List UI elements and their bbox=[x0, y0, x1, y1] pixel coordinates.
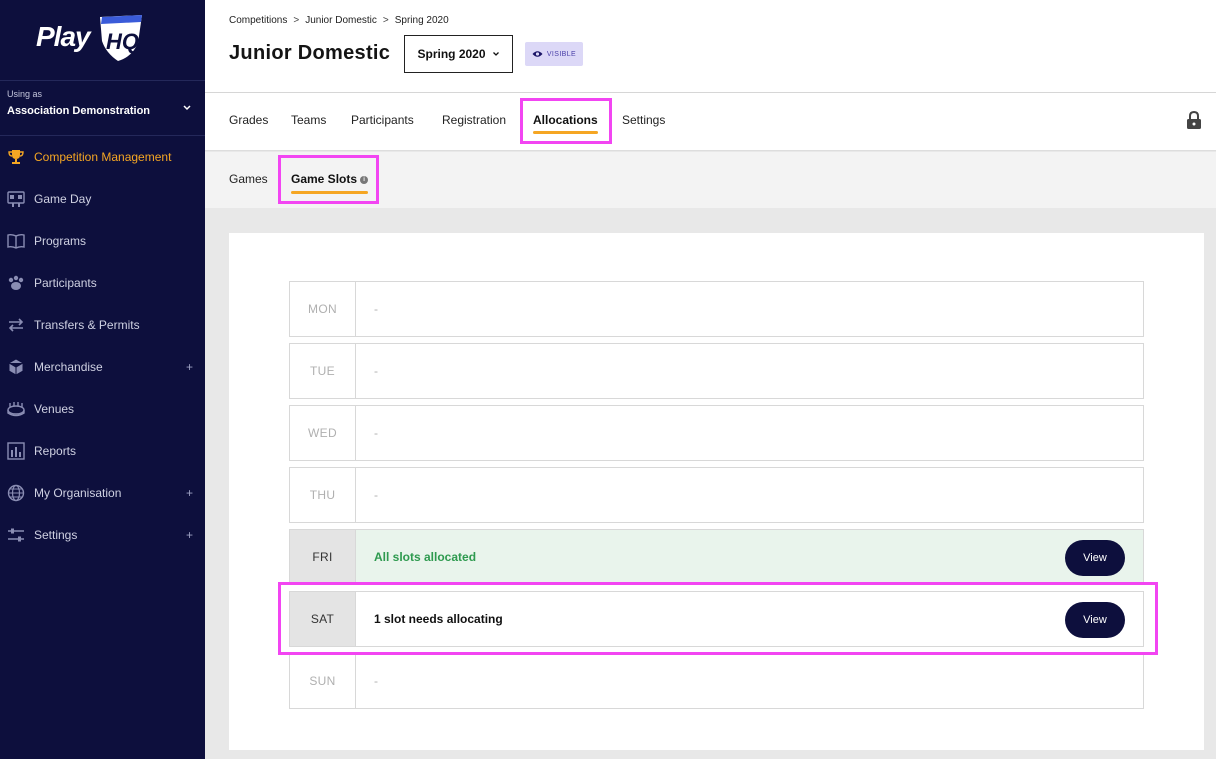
sidebar-item-label: Settings bbox=[34, 528, 78, 542]
expand-icon[interactable]: + bbox=[186, 486, 193, 500]
season-dropdown-label: Spring 2020 bbox=[417, 47, 486, 61]
account-switcher[interactable]: Using as Association Demonstration bbox=[0, 80, 205, 136]
sidebar-item-programs[interactable]: Programs bbox=[0, 220, 205, 262]
breadcrumb: Competitions > Junior Domestic > Spring … bbox=[229, 15, 449, 26]
playhq-logo[interactable]: Play HQ bbox=[36, 13, 146, 65]
info-icon[interactable]: i bbox=[360, 175, 369, 184]
breadcrumb-item[interactable]: Junior Domestic bbox=[305, 15, 377, 26]
sidebar-item-label: Competition Management bbox=[34, 150, 172, 164]
stadium-icon bbox=[6, 399, 26, 419]
sidebar-item-label: Merchandise bbox=[34, 360, 103, 374]
view-button[interactable]: View bbox=[1065, 540, 1125, 576]
sidebar-item-label: My Organisation bbox=[34, 486, 122, 500]
book-icon bbox=[6, 231, 26, 251]
sidebar-item-participants[interactable]: Participants bbox=[0, 262, 205, 304]
logo-mark-text: HQ bbox=[106, 29, 139, 54]
breadcrumb-item[interactable]: Competitions bbox=[229, 15, 287, 26]
day-status: - bbox=[374, 426, 378, 440]
active-underline bbox=[291, 191, 369, 194]
day-status: All slots allocated bbox=[374, 550, 477, 564]
tab-participants[interactable]: Participants bbox=[351, 113, 414, 127]
view-button[interactable]: View bbox=[1065, 602, 1125, 638]
sidebar-item-label: Transfers & Permits bbox=[34, 318, 140, 332]
day-row-sat: SAT 1 slot needs allocating View bbox=[289, 591, 1144, 647]
day-label: FRI bbox=[290, 530, 356, 584]
reports-icon bbox=[6, 441, 26, 461]
day-label: SUN bbox=[290, 654, 356, 708]
expand-icon[interactable]: + bbox=[186, 360, 193, 374]
day-row-fri: FRI All slots allocated View bbox=[289, 529, 1144, 585]
day-status: - bbox=[374, 364, 378, 378]
sidebar-item-merchandise[interactable]: Merchandise + bbox=[0, 346, 205, 388]
day-row-tue: TUE - bbox=[289, 343, 1144, 399]
using-as-label: Using as bbox=[7, 89, 43, 99]
tab-settings[interactable]: Settings bbox=[622, 113, 665, 127]
subtab-game-slots[interactable]: Game Slots i bbox=[291, 172, 369, 194]
breadcrumb-separator: > bbox=[382, 15, 389, 26]
day-row-mon: MON - bbox=[289, 281, 1144, 337]
day-label: TUE bbox=[290, 344, 356, 398]
sidebar-item-label: Participants bbox=[34, 276, 97, 290]
globe-icon bbox=[6, 483, 26, 503]
day-row-wed: WED - bbox=[289, 405, 1144, 461]
sidebar-item-label: Game Day bbox=[34, 192, 92, 206]
sidebar-item-label: Programs bbox=[34, 234, 87, 248]
tab-teams[interactable]: Teams bbox=[291, 113, 326, 127]
chevron-down-icon bbox=[492, 52, 499, 56]
breadcrumb-item[interactable]: Spring 2020 bbox=[395, 15, 449, 26]
box-icon bbox=[6, 357, 26, 377]
subtab-games[interactable]: Games bbox=[229, 172, 268, 186]
day-row-sun: SUN - bbox=[289, 653, 1144, 709]
sliders-icon bbox=[6, 525, 26, 545]
organisation-name: Association Demonstration bbox=[7, 105, 151, 117]
subtab-game-slots-label: Game Slots bbox=[291, 172, 358, 186]
game-slots-panel: MON - TUE - WED - THU - FRI All slots al… bbox=[229, 233, 1204, 750]
breadcrumb-separator: > bbox=[293, 15, 300, 26]
paw-icon bbox=[6, 273, 26, 293]
tab-allocations[interactable]: Allocations bbox=[533, 113, 598, 134]
season-dropdown[interactable]: Spring 2020 bbox=[404, 35, 513, 73]
lock-icon[interactable] bbox=[1186, 110, 1202, 130]
day-label: SAT bbox=[290, 592, 356, 646]
day-status: - bbox=[374, 488, 378, 502]
sidebar-item-game-day[interactable]: Game Day bbox=[0, 178, 205, 220]
sidebar-item-venues[interactable]: Venues bbox=[0, 388, 205, 430]
scoreboard-icon bbox=[6, 189, 26, 209]
tab-registration[interactable]: Registration bbox=[442, 113, 506, 127]
expand-icon[interactable]: + bbox=[186, 528, 193, 542]
sidebar-item-reports[interactable]: Reports bbox=[0, 430, 205, 472]
chevron-down-icon[interactable] bbox=[181, 101, 193, 113]
day-status: - bbox=[374, 302, 378, 316]
sidebar-item-label: Venues bbox=[34, 402, 75, 416]
trophy-icon bbox=[6, 147, 26, 167]
sidebar-item-label: Reports bbox=[34, 444, 77, 458]
day-status: 1 slot needs allocating bbox=[374, 612, 503, 626]
sidebar-nav: Competition Management Game Day Programs… bbox=[0, 136, 205, 556]
day-row-thu: THU - bbox=[289, 467, 1144, 523]
visibility-badge: VISIBLE bbox=[525, 42, 583, 66]
visibility-badge-label: VISIBLE bbox=[546, 50, 577, 58]
page-header: Competitions > Junior Domestic > Spring … bbox=[205, 0, 1216, 93]
logo-text: Play bbox=[36, 21, 91, 52]
sidebar-item-transfers-permits[interactable]: Transfers & Permits bbox=[0, 304, 205, 346]
day-status: - bbox=[374, 674, 378, 688]
logo-shield-icon: HQ bbox=[100, 15, 142, 61]
tab-grades[interactable]: Grades bbox=[229, 113, 268, 127]
page-title: Junior Domestic bbox=[229, 42, 391, 64]
subtab-bar: Games Game Slots i bbox=[205, 152, 1216, 208]
sidebar: Play HQ Using as Association Demonstrati… bbox=[0, 0, 205, 759]
day-label: MON bbox=[290, 282, 356, 336]
sidebar-item-settings[interactable]: Settings + bbox=[0, 514, 205, 556]
sidebar-item-my-organisation[interactable]: My Organisation + bbox=[0, 472, 205, 514]
day-label: WED bbox=[290, 406, 356, 460]
day-label: THU bbox=[290, 468, 356, 522]
eye-icon bbox=[532, 51, 543, 57]
tab-bar: Grades Teams Participants Registration A… bbox=[205, 93, 1216, 151]
transfer-arrows-icon bbox=[6, 315, 26, 335]
sidebar-item-competition-management[interactable]: Competition Management bbox=[0, 136, 205, 178]
